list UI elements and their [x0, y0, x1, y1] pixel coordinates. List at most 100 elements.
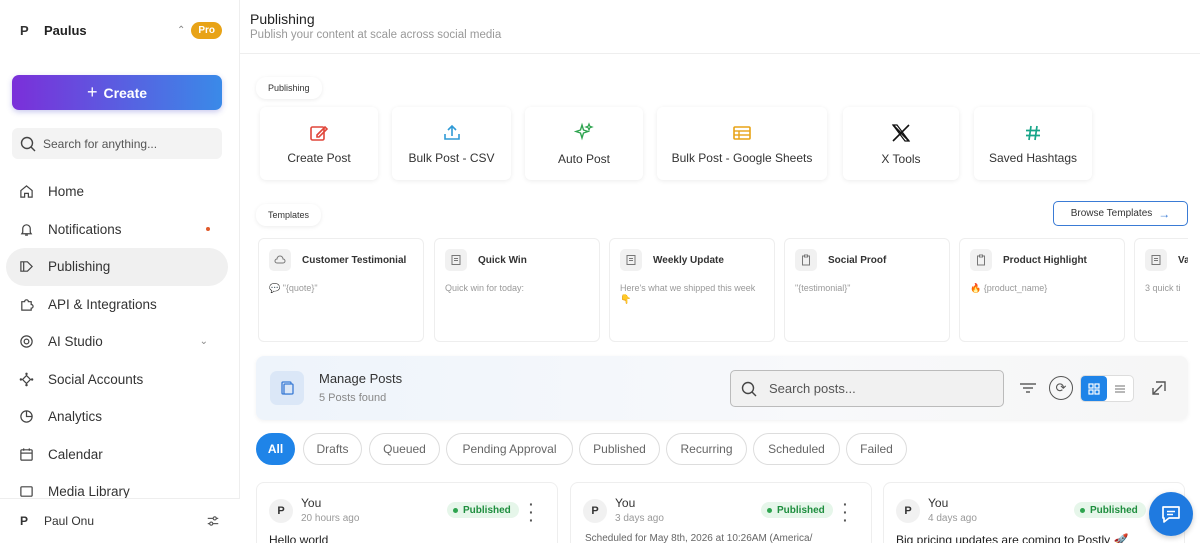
sidebar-item-api-integrations[interactable]: API & Integrations	[6, 286, 228, 324]
sparkle-icon	[573, 121, 594, 140]
document-icon	[445, 249, 467, 271]
post-time: 3 days ago	[615, 513, 664, 524]
sidebar-item-ai-studio[interactable]: AI Studio ⌄	[6, 323, 228, 361]
ai-icon	[20, 335, 33, 348]
avatar: P	[269, 499, 293, 523]
templates-section-label: Templates	[256, 204, 322, 226]
grid-view-button[interactable]	[1081, 376, 1107, 401]
sidebar-item-calendar[interactable]: Calendar	[6, 436, 228, 474]
list-view-button[interactable]	[1107, 376, 1133, 401]
tab-pending-approval[interactable]: Pending Approval	[446, 433, 573, 465]
sidebar-item-label: Media Library	[48, 484, 130, 500]
sidebar-item-label: Notifications	[48, 221, 122, 237]
template-body: 🔥 {product_name}	[970, 283, 1048, 293]
template-card[interactable]: Quick Win Quick win for today:	[434, 238, 600, 342]
template-title: Product Highlight	[1003, 254, 1087, 266]
x-logo-icon	[891, 123, 911, 142]
tab-failed[interactable]: Failed	[846, 433, 907, 465]
post-body: Hello world	[269, 533, 329, 543]
avatar: P	[896, 499, 920, 523]
search-icon	[741, 381, 757, 396]
template-body: "{testimonial}"	[795, 283, 851, 293]
plus-icon: +	[86, 82, 98, 102]
clipboard-icon	[970, 249, 992, 271]
more-vertical-icon[interactable]: · · ·	[843, 497, 848, 527]
template-body: Here's what we shipped this week 👇	[620, 283, 756, 304]
template-card[interactable]: Customer Testimonial 💬 "{quote}"	[258, 238, 424, 342]
bulk-post-csv-button[interactable]: Bulk Post - CSV	[392, 107, 511, 180]
sidebar-item-analytics[interactable]: Analytics	[6, 398, 228, 436]
post-search-input[interactable]: Search posts...	[730, 370, 1004, 407]
tab-recurring[interactable]: Recurring	[666, 433, 747, 465]
template-title: Social Proof	[828, 254, 887, 266]
template-card[interactable]: Va 3 quick ti	[1134, 238, 1188, 342]
tool-label: X Tools	[881, 151, 921, 166]
sidebar-item-label: Home	[48, 184, 85, 200]
manage-posts-title: Manage Posts	[319, 371, 403, 386]
sheet-icon	[733, 125, 751, 140]
collapse-icon[interactable]	[1150, 379, 1168, 397]
sidebar-item-home[interactable]: Home	[6, 173, 228, 211]
posts-icon	[270, 371, 304, 405]
tab-scheduled[interactable]: Scheduled	[753, 433, 840, 465]
tab-drafts[interactable]: Drafts	[303, 433, 362, 465]
filter-icon[interactable]	[1019, 380, 1037, 396]
document-icon	[1145, 249, 1167, 271]
sidebar-item-notifications[interactable]: Notifications	[6, 211, 228, 249]
status-badge: Published	[447, 502, 519, 518]
post-card[interactable]: P You 4 days ago Published Big pricing u…	[883, 482, 1185, 543]
create-post-button[interactable]: Create Post	[260, 107, 378, 180]
page-title: Publishing	[250, 11, 315, 27]
post-search-placeholder: Search posts...	[769, 381, 856, 396]
app-window: P Paulus ⌃ Pro + Create Search for anyth…	[0, 0, 1200, 543]
tab-all[interactable]: All	[256, 433, 295, 465]
post-time: 4 days ago	[928, 513, 977, 524]
cloud-icon	[269, 249, 291, 271]
bulk-post-google-sheets-button[interactable]: Bulk Post - Google Sheets	[657, 107, 827, 180]
document-icon	[620, 249, 642, 271]
chart-icon	[20, 410, 33, 423]
user-name: Paul Onu	[44, 514, 95, 528]
search-icon	[20, 136, 36, 151]
auto-post-button[interactable]: Auto Post	[525, 107, 643, 180]
user-profile[interactable]: P Paul Onu	[0, 498, 240, 543]
network-icon	[19, 372, 34, 387]
template-card[interactable]: Social Proof "{testimonial}"	[784, 238, 950, 342]
sidebar-item-social-accounts[interactable]: Social Accounts	[6, 361, 228, 399]
sidebar-item-publishing[interactable]: Publishing	[6, 248, 228, 286]
sidebar-item-label: API & Integrations	[48, 296, 157, 312]
more-vertical-icon[interactable]: · · ·	[529, 497, 534, 527]
chat-icon	[1162, 506, 1180, 523]
sidebar-nav: Home Notifications Publishing API & Inte…	[6, 173, 228, 511]
tab-published[interactable]: Published	[579, 433, 660, 465]
x-tools-button[interactable]: X Tools	[843, 107, 959, 180]
workspace-switcher[interactable]: P Paulus ⌃ Pro	[20, 20, 222, 40]
sidebar-item-label: Social Accounts	[48, 371, 144, 387]
chat-support-button[interactable]	[1149, 492, 1193, 536]
home-icon	[20, 185, 33, 198]
saved-hashtags-button[interactable]: Saved Hashtags	[974, 107, 1092, 180]
tool-label: Create Post	[287, 150, 351, 165]
tool-label: Bulk Post - CSV	[408, 150, 495, 165]
user-initial: P	[20, 514, 29, 528]
post-card[interactable]: P You 3 days ago Published · · · Scheduled…	[570, 482, 872, 543]
create-label: Create	[103, 84, 148, 101]
status-label: Published	[1090, 504, 1138, 516]
clipboard-icon	[795, 249, 817, 271]
create-button[interactable]: + Create	[12, 75, 222, 110]
post-card[interactable]: P You 20 hours ago Published · · · Hello w…	[256, 482, 558, 543]
template-body: Quick win for today:	[445, 283, 525, 293]
refresh-icon[interactable]: ⟳	[1049, 376, 1073, 400]
template-card[interactable]: Weekly Update Here's what we shipped thi…	[609, 238, 775, 342]
browse-templates-button[interactable]: Browse Templates →	[1053, 201, 1188, 226]
global-search-input[interactable]: Search for anything...	[12, 128, 222, 159]
template-title: Weekly Update	[653, 254, 724, 266]
publishing-icon	[20, 261, 33, 273]
template-body: 3 quick ti	[1145, 283, 1181, 293]
template-card[interactable]: Product Highlight 🔥 {product_name}	[959, 238, 1125, 342]
tab-queued[interactable]: Queued	[369, 433, 440, 465]
tool-label: Saved Hashtags	[988, 150, 1078, 165]
page-header: Publishing Publish your content at scale…	[240, 0, 1200, 54]
main-content: Publishing Publish your content at scale…	[240, 0, 1200, 543]
settings-sliders-icon[interactable]	[206, 514, 220, 528]
